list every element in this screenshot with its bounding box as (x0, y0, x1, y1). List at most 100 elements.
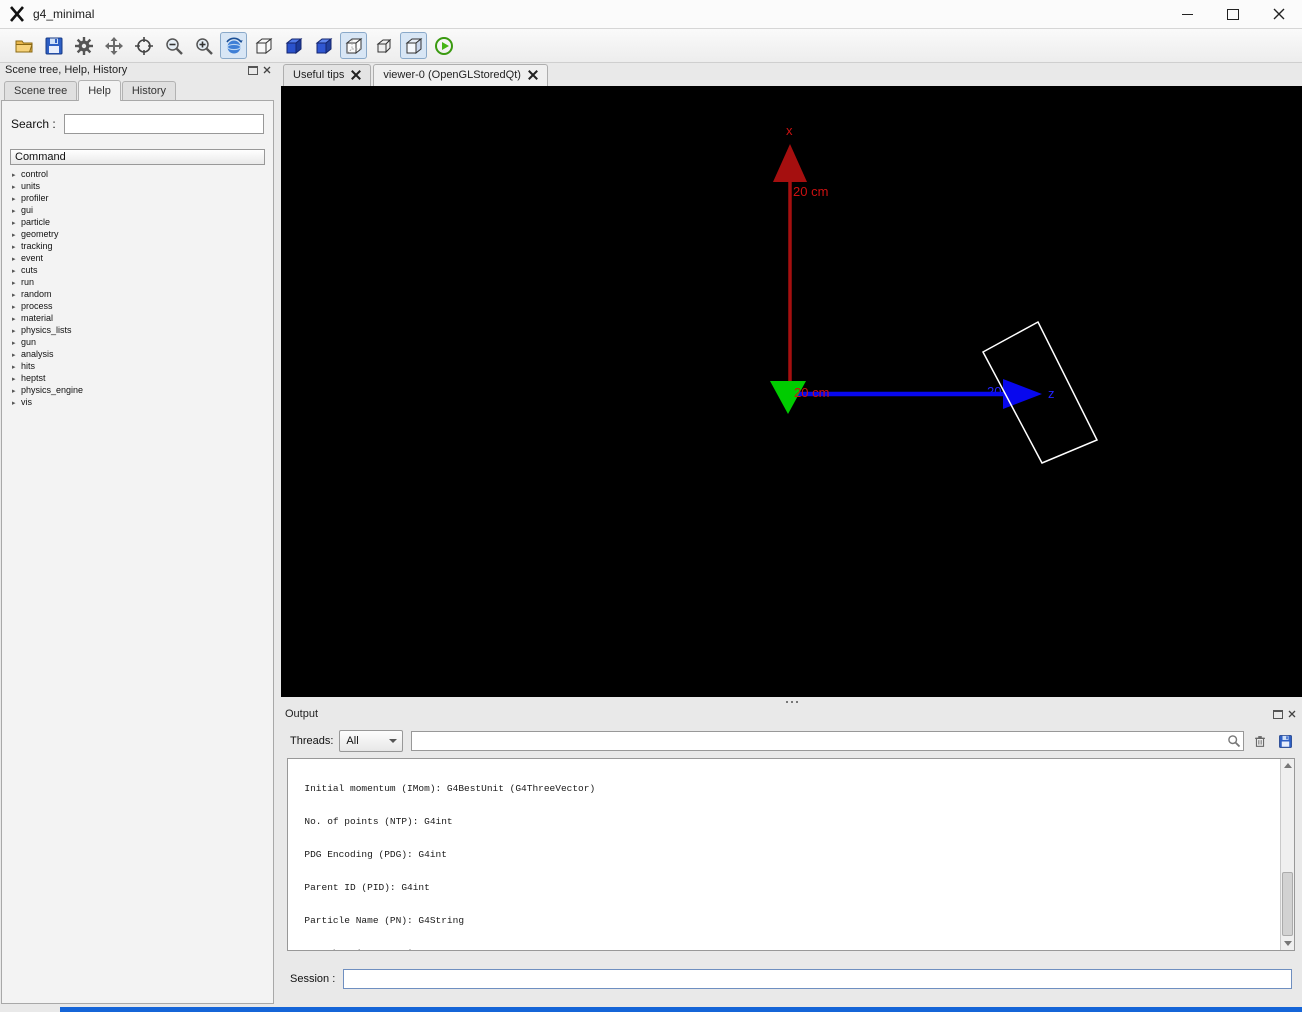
expand-arrow-icon[interactable] (12, 229, 21, 239)
expand-arrow-icon[interactable] (12, 337, 21, 347)
save-button[interactable] (40, 32, 67, 59)
output-filter-field (411, 731, 1244, 751)
tree-item-random[interactable]: random (12, 288, 265, 300)
expand-arrow-icon[interactable] (12, 217, 21, 227)
expand-arrow-icon[interactable] (12, 349, 21, 359)
expand-arrow-icon[interactable] (12, 181, 21, 191)
tree-item-event[interactable]: event (12, 252, 265, 264)
tree-item-vis[interactable]: vis (12, 396, 265, 408)
scrollbar-thumb[interactable] (1282, 872, 1293, 936)
solid-view-button[interactable] (280, 32, 307, 59)
horizontal-splitter-handle[interactable] (281, 697, 1302, 706)
surface-view-button[interactable] (310, 32, 337, 59)
clear-output-button[interactable] (1251, 732, 1269, 750)
expand-arrow-icon[interactable] (12, 361, 21, 371)
title-bar[interactable]: g4_minimal (0, 0, 1302, 29)
tree-item-profiler[interactable]: profiler (12, 192, 265, 204)
expand-arrow-icon[interactable] (12, 241, 21, 251)
hidden-line-surface-removal-button[interactable] (400, 32, 427, 59)
expand-arrow-icon[interactable] (12, 265, 21, 275)
hidden-line-removal-button[interactable] (340, 32, 367, 59)
dock-close-icon[interactable] (263, 66, 271, 74)
scroll-up-icon[interactable] (1281, 759, 1294, 772)
tab-useful-tips[interactable]: Useful tips (283, 64, 372, 86)
save-output-button[interactable] (1276, 732, 1294, 750)
search-label: Search : (11, 117, 56, 131)
save-output-icon (1278, 734, 1292, 748)
expand-arrow-icon[interactable] (12, 313, 21, 323)
projection-button[interactable] (370, 32, 397, 59)
console-scrollbar[interactable] (1280, 759, 1294, 950)
tree-item-hits[interactable]: hits (12, 360, 265, 372)
tab-history[interactable]: History (121, 81, 177, 101)
tree-item-control[interactable]: control (12, 168, 265, 180)
session-label: Session : (290, 973, 336, 985)
pick-button[interactable] (130, 32, 157, 59)
run-button[interactable] (430, 32, 457, 59)
open-button[interactable] (10, 32, 37, 59)
tree-item-heptst[interactable]: heptst (12, 372, 265, 384)
run-play-icon (434, 36, 453, 55)
output-console[interactable]: Initial momentum (IMom): G4BestUnit (G4T… (287, 758, 1295, 951)
move-button[interactable] (100, 32, 127, 59)
tab-close-icon[interactable] (528, 70, 538, 80)
expand-arrow-icon[interactable] (12, 253, 21, 263)
expand-arrow-icon[interactable] (12, 385, 21, 395)
rotate-button[interactable] (220, 32, 247, 59)
tree-item-analysis[interactable]: analysis (12, 348, 265, 360)
zoom-out-button[interactable] (160, 32, 187, 59)
tree-item-physics-lists[interactable]: physics_lists (12, 324, 265, 336)
dock-close-icon[interactable] (1288, 710, 1296, 718)
dock-float-icon[interactable] (248, 65, 258, 75)
maximize-button[interactable] (1210, 0, 1256, 28)
x-axis-arrowhead (773, 144, 807, 182)
left-dock-header[interactable]: Scene tree, Help, History (0, 62, 277, 78)
tree-item-physics-engine[interactable]: physics_engine (12, 384, 265, 396)
expand-arrow-icon[interactable] (12, 193, 21, 203)
output-filter-input[interactable] (412, 733, 1243, 751)
expand-arrow-icon[interactable] (12, 325, 21, 335)
tab-close-icon[interactable] (351, 70, 361, 80)
scroll-down-icon[interactable] (1281, 937, 1294, 950)
expand-arrow-icon[interactable] (12, 277, 21, 287)
zoom-in-icon (195, 37, 213, 55)
output-dock-header[interactable]: Output (281, 706, 1302, 722)
tab-viewer-0[interactable]: viewer-0 (OpenGLStoredQt) (373, 64, 548, 86)
expand-arrow-icon[interactable] (12, 301, 21, 311)
tab-scene-tree[interactable]: Scene tree (4, 81, 78, 101)
tree-item-tracking[interactable]: tracking (12, 240, 265, 252)
expand-arrow-icon[interactable] (12, 289, 21, 299)
command-tree-header[interactable]: Command (10, 149, 265, 165)
tree-item-cuts[interactable]: cuts (12, 264, 265, 276)
threads-combobox[interactable]: All (339, 730, 404, 752)
tree-item-geometry[interactable]: geometry (12, 228, 265, 240)
tree-item-process[interactable]: process (12, 300, 265, 312)
opengl-viewport[interactable]: x 20 cm 20 cm z 20 cm (281, 86, 1302, 697)
tree-item-particle[interactable]: particle (12, 216, 265, 228)
minimize-button[interactable] (1164, 0, 1210, 28)
tree-item-gun[interactable]: gun (12, 336, 265, 348)
settings-button[interactable] (70, 32, 97, 59)
window-title: g4_minimal (33, 7, 95, 21)
tree-item-units[interactable]: units (12, 180, 265, 192)
tab-help[interactable]: Help (78, 80, 121, 101)
session-input[interactable] (343, 969, 1292, 989)
tree-item-material[interactable]: material (12, 312, 265, 324)
search-icon[interactable] (1227, 734, 1241, 748)
zoom-in-button[interactable] (190, 32, 217, 59)
left-dock-title: Scene tree, Help, History (5, 64, 128, 76)
expand-arrow-icon[interactable] (12, 169, 21, 179)
wireframe-button[interactable] (250, 32, 277, 59)
tree-item-run[interactable]: run (12, 276, 265, 288)
tree-item-gui[interactable]: gui (12, 204, 265, 216)
expand-arrow-icon[interactable] (12, 205, 21, 215)
threads-combobox-value: All (346, 735, 359, 747)
wireframe-cube-icon (255, 37, 272, 54)
dock-float-icon[interactable] (1273, 709, 1283, 719)
projection-cube-icon (376, 38, 391, 53)
expand-arrow-icon[interactable] (12, 373, 21, 383)
close-button[interactable] (1256, 0, 1302, 28)
expand-arrow-icon[interactable] (12, 397, 21, 407)
x-axis-scale-label: 20 cm (793, 184, 828, 199)
search-input[interactable] (63, 114, 264, 134)
